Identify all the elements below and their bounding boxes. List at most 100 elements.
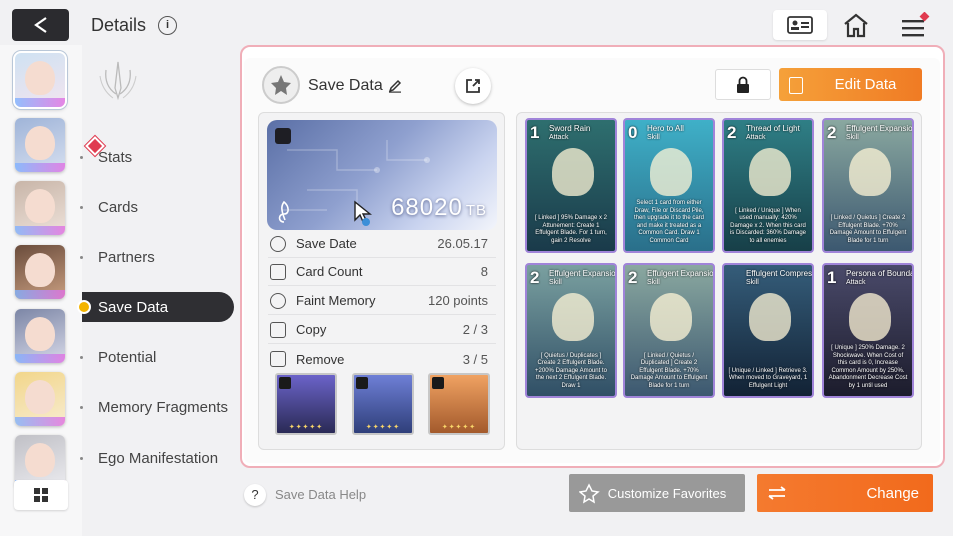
card-type: Skill: [549, 279, 562, 286]
star-icon: [271, 75, 291, 95]
equipment-accessory[interactable]: ✦✦✦✦✦: [428, 373, 490, 435]
deck-card[interactable]: 1 Sword Rain Attack [ Linked ] 95% Damage x…: [525, 118, 617, 253]
deck-card[interactable]: 2 Effulgent Expansion Skill [ Linked / Quie…: [822, 118, 914, 253]
grid-view-button[interactable]: [14, 480, 68, 510]
stat-row-card-count: Card Count 8: [268, 258, 496, 286]
character-portrait[interactable]: [15, 309, 65, 363]
remove-icon: [270, 351, 286, 367]
card-type: Skill: [846, 134, 859, 141]
lock-button[interactable]: [715, 69, 771, 100]
nav-stats[interactable]: Stats: [80, 142, 234, 172]
stat-row-copy: Copy 2 / 3: [268, 316, 496, 344]
card-description: [ Unique ] 250% Damage. 2 Shockwave. Whe…: [828, 345, 908, 389]
card-art: [650, 293, 692, 341]
change-label: Change: [866, 484, 919, 502]
stat-value: 120 points: [428, 293, 488, 308]
nav-label: Partners: [98, 248, 155, 266]
equipment-weapon[interactable]: ✦✦✦✦✦: [275, 373, 337, 435]
menu-button[interactable]: [900, 11, 930, 40]
card-art: [552, 293, 594, 341]
info-icon[interactable]: i: [158, 16, 177, 35]
card-art: [749, 293, 791, 341]
equipment-armor[interactable]: ✦✦✦✦✦: [352, 373, 414, 435]
ring-icon: [432, 377, 444, 389]
card-name: Sword Rain: [549, 124, 591, 133]
deck-card[interactable]: 2 Effulgent Expansion Skill [ Quietus / Dup…: [525, 263, 617, 398]
favorites-label: Customize Favorites: [607, 485, 727, 501]
deck-card[interactable]: Effulgent CompressionSkill [ Unique / Lin…: [722, 263, 814, 398]
tb-value: 68020 TB: [391, 194, 487, 222]
character-portrait[interactable]: [15, 118, 65, 172]
profile-card-button[interactable]: [773, 10, 827, 40]
help-button[interactable]: ?: [244, 484, 266, 506]
back-arrow-icon: [33, 17, 47, 33]
card-type: Skill: [647, 279, 660, 286]
share-icon: [466, 79, 480, 93]
card-description: [ Linked / Quietus ] Create 2 Effulgent …: [829, 215, 907, 244]
nav-ego-manifestation[interactable]: Ego Manifestation: [80, 443, 234, 473]
lock-icon: [737, 76, 749, 93]
stat-value: 2 / 3: [462, 322, 488, 337]
clock-icon: [270, 235, 286, 252]
card-art: [849, 148, 891, 196]
card-cost: 2: [628, 268, 638, 287]
nav-cards[interactable]: Cards: [80, 192, 234, 222]
character-portrait[interactable]: [15, 181, 65, 235]
edit-data-button[interactable]: Edit Data: [779, 68, 922, 101]
stat-value: 3 / 5: [462, 351, 488, 367]
character-portrait[interactable]: [15, 245, 65, 299]
deck-card[interactable]: 0 Hero to All Skill Select 1 card from eith…: [623, 118, 715, 253]
card-cost: 2: [530, 268, 540, 287]
card-type: Attack: [846, 279, 866, 286]
lock-icon: [275, 128, 291, 144]
memory-icon: [270, 292, 286, 309]
stat-label: Copy: [296, 322, 327, 337]
deck-card[interactable]: 1 Persona of Boundary Attack [ Unique ] 250…: [822, 263, 914, 398]
character-portrait[interactable]: [15, 372, 65, 426]
customize-favorites-button[interactable]: Customize Favorites: [569, 474, 745, 512]
back-button[interactable]: [12, 9, 69, 41]
card-name: Persona of Boundary: [846, 269, 914, 278]
stat-row-faint-memory: Faint Memory 120 points: [268, 287, 496, 315]
home-icon: [844, 13, 868, 38]
change-button[interactable]: Change: [757, 474, 933, 512]
card-art: [552, 148, 594, 196]
save-badge: [262, 66, 300, 104]
tb-card: 68020 TB: [267, 120, 497, 230]
card-description: [ Linked ] 95% Damage x 2 Attunement: Cr…: [534, 215, 608, 244]
pencil-icon: [388, 79, 402, 93]
card-name: Thread of Light: [746, 124, 800, 133]
armor-icon: [356, 377, 368, 389]
stat-label: Card Count: [296, 264, 363, 279]
card-description: [ Quietus / Duplicates ] Create 2 Effulg…: [535, 352, 607, 389]
nav-potential[interactable]: Potential: [80, 342, 234, 372]
swap-icon: [768, 486, 786, 500]
page-title: Details: [91, 15, 147, 35]
nav-memory-fragments[interactable]: Memory Fragments: [80, 392, 242, 422]
card-description: Select 1 card from either Draw, File or …: [633, 200, 705, 244]
grid-icon: [34, 488, 48, 502]
stat-row-save-date: Save Date 26.05.17: [268, 230, 496, 258]
rename-button[interactable]: [388, 79, 402, 98]
share-button[interactable]: [455, 68, 491, 104]
edit-data-label: Edit Data: [834, 76, 897, 93]
cursor-icon: [354, 200, 372, 226]
deck-card[interactable]: 2 Effulgent Expansion Skill [ Linked / Quie…: [623, 263, 715, 398]
card-art: [749, 148, 791, 196]
nav-partners[interactable]: Partners: [80, 242, 234, 272]
home-button[interactable]: [840, 10, 872, 40]
help-label[interactable]: Save Data Help: [275, 487, 366, 502]
favorites-star-icon: [579, 483, 600, 504]
card-description: [ Linked / Unique ] When used manually: …: [729, 207, 807, 244]
card-art: [849, 293, 891, 341]
card-type: Skill: [746, 279, 759, 286]
cards-icon: [270, 263, 286, 280]
nav-label: Cards: [98, 198, 139, 216]
tb-amount: 68020: [391, 194, 463, 221]
stat-label: Faint Memory: [296, 293, 376, 308]
character-portrait[interactable]: [13, 51, 67, 109]
card-type: Skill: [647, 134, 660, 141]
deck-card[interactable]: 2 Thread of Light Attack [ Linked / Unique …: [722, 118, 814, 253]
nav-save-data[interactable]: Save Data: [77, 292, 234, 322]
sword-icon: [279, 377, 291, 389]
